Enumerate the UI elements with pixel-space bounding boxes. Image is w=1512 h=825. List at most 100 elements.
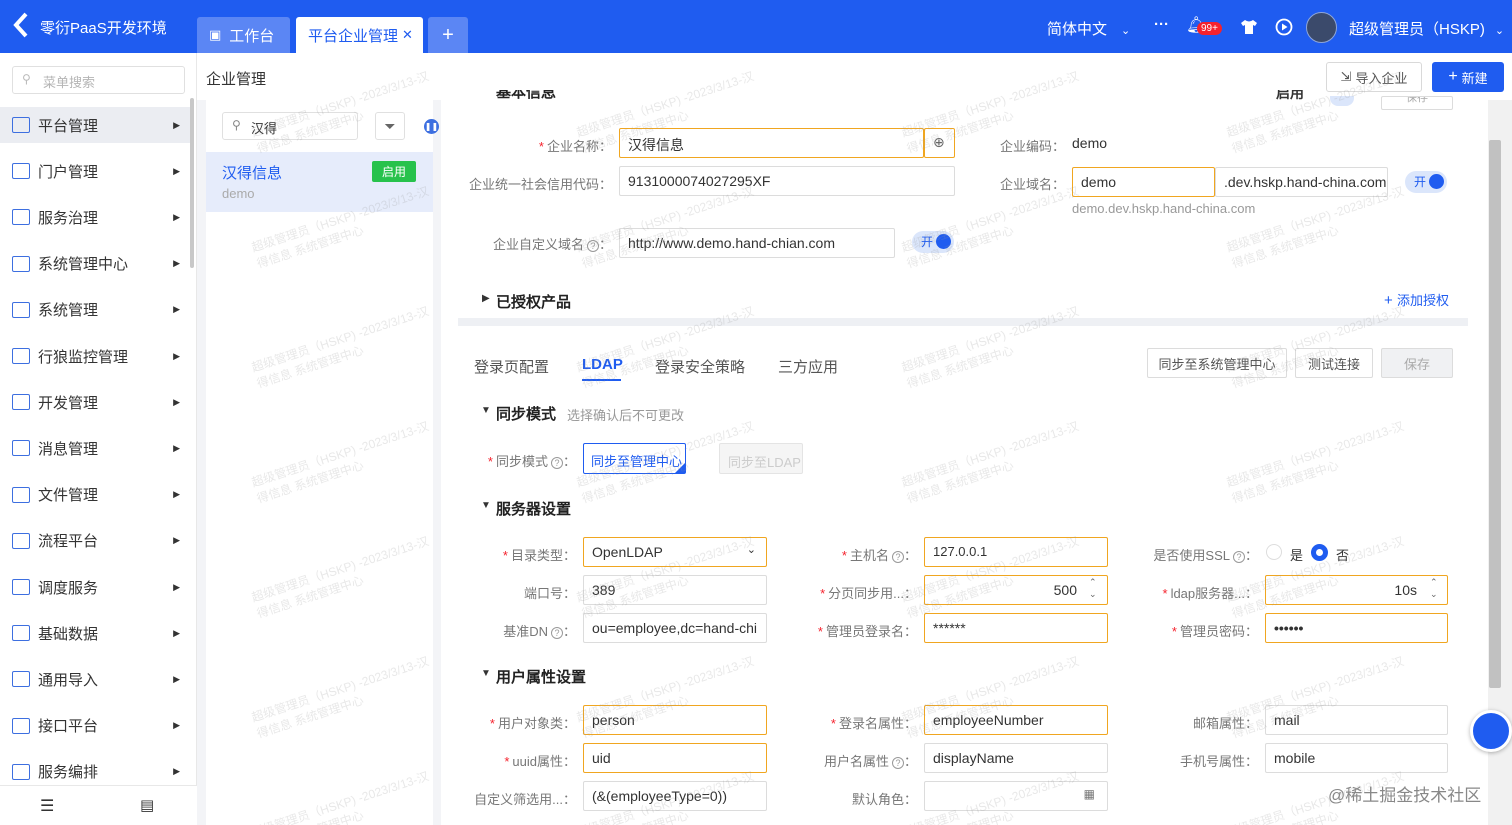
stepper-icon[interactable]: ⌃ ⌄	[1430, 576, 1438, 600]
sidebar-item-label: 行狼监控管理	[38, 348, 129, 366]
sidebar-item-label: 平台管理	[38, 117, 99, 135]
sidebar-item-label: 门户管理	[38, 163, 99, 181]
enterprise-name-input[interactable]: 汉得信息	[619, 128, 924, 158]
tab-login-security[interactable]: 登录安全策略	[655, 356, 745, 377]
sidebar-item-portal[interactable]: 门户管理 ▶	[0, 153, 190, 189]
sidebar-item-scheduler[interactable]: 调度服务 ▶	[0, 569, 190, 605]
domain-input[interactable]: demo	[1072, 167, 1215, 197]
credit-code-input[interactable]: 9131000074027295XF	[619, 166, 955, 196]
plus-icon: +	[1384, 292, 1397, 309]
add-tab-button[interactable]: +	[428, 17, 468, 53]
host-input[interactable]: 127.0.0.1	[924, 537, 1108, 567]
test-connection-button[interactable]: 测试连接	[1295, 348, 1373, 378]
custom-domain-input[interactable]: http://www.demo.hand-chian.com	[619, 228, 895, 258]
menu-fold-icon[interactable]: ☰	[40, 796, 54, 816]
more-icon[interactable]: ···	[1154, 16, 1169, 33]
sidebar-item-label: 调度服务	[38, 579, 99, 597]
sidebar-item-import[interactable]: 通用导入 ▶	[0, 661, 190, 697]
sidebar-item-message[interactable]: 消息管理 ▶	[0, 430, 190, 466]
base-dn-input[interactable]: ou=employee,dc=hand-chi	[583, 613, 767, 643]
tab-login-page[interactable]: 登录页配置	[474, 356, 549, 377]
admin-login-input[interactable]: ******	[924, 613, 1108, 643]
caret-down-icon[interactable]: ▼	[481, 668, 491, 679]
sidebar-item-service-gov[interactable]: 服务治理 ▶	[0, 199, 190, 235]
custom-domain-switch[interactable]: 开	[912, 231, 954, 253]
sidebar-scrollbar[interactable]	[190, 98, 194, 268]
domain-label: 企业域名：	[999, 177, 1065, 192]
sidebar-item-label: 文件管理	[38, 487, 99, 505]
sidebar-item-monitor[interactable]: 行狼监控管理 ▶	[0, 338, 190, 374]
dir-type-select[interactable]: OpenLDAP ⌄	[583, 537, 767, 567]
caret-right-icon: ▶	[173, 350, 180, 361]
avatar[interactable]	[1306, 12, 1337, 43]
save-basic-button[interactable]: 保存	[1381, 96, 1453, 110]
page-size-input[interactable]: 500	[924, 575, 1108, 605]
save-button[interactable]: 保存	[1381, 348, 1453, 378]
assistant-icon[interactable]	[1470, 710, 1512, 752]
object-class-input[interactable]: person	[583, 705, 767, 735]
username-attr-input[interactable]: displayName	[924, 743, 1108, 773]
import-enterprise-button[interactable]: ⇲ 导入企业	[1326, 62, 1422, 92]
port-input[interactable]: 389	[583, 575, 767, 605]
menu-icon	[12, 763, 30, 780]
language-select[interactable]: 简体中文 ⌄	[1047, 18, 1130, 39]
domain-hint: demo.dev.hskp.hand-china.com	[1072, 201, 1256, 216]
sidebar-item-basic-data[interactable]: 基础数据 ▶	[0, 615, 190, 651]
document-icon[interactable]: ▤	[140, 796, 154, 814]
menu-icon	[12, 625, 30, 642]
play-circle-icon[interactable]	[1275, 18, 1293, 36]
ssl-no-radio[interactable]	[1311, 544, 1328, 561]
sidebar-item-sys-center[interactable]: 系统管理中心 ▶	[0, 246, 190, 282]
caret-right-icon[interactable]: ▶	[482, 293, 490, 304]
page-header	[197, 53, 1512, 100]
new-button[interactable]: + 新建	[1432, 62, 1504, 92]
sync-to-center-button[interactable]: 同步至系统管理中心	[1147, 348, 1287, 378]
dashboard-icon: ▣	[209, 27, 222, 42]
tab-workbench[interactable]: ▣ 工作台	[197, 17, 290, 53]
plus-icon: +	[1448, 68, 1458, 85]
sidebar-item-workflow[interactable]: 流程平台 ▶	[0, 523, 190, 559]
enterprise-search-input[interactable]: 汉得	[222, 112, 358, 140]
sidebar-item-sys-mgmt[interactable]: 系统管理 ▶	[0, 292, 190, 328]
shirt-icon[interactable]	[1240, 18, 1258, 36]
login-attr-input[interactable]: employeeNumber	[924, 705, 1108, 735]
mail-attr-input[interactable]: mail	[1265, 705, 1448, 735]
ssl-yes-label: 是	[1290, 548, 1304, 563]
tab-third-party[interactable]: 三方应用	[778, 356, 838, 377]
uuid-attr-input[interactable]: uid	[583, 743, 767, 773]
caret-down-icon[interactable]: ▼	[481, 500, 491, 511]
tab-ldap[interactable]: LDAP	[582, 356, 623, 373]
collapse-icon[interactable]: ❚❚	[424, 119, 439, 134]
sync-mode-title: 同步模式	[496, 406, 557, 423]
ldap-timeout-input[interactable]: 10s	[1265, 575, 1448, 605]
credit-code-label: 企业统一社会信用代码：	[468, 177, 612, 192]
caret-down-icon[interactable]: ▼	[481, 405, 491, 416]
import-icon: ⇲	[1340, 69, 1352, 84]
custom-filter-input[interactable]: (&(employeeType=0))	[583, 781, 767, 811]
default-role-input[interactable]: ▦	[924, 781, 1108, 811]
sync-option-center[interactable]: 同步至管理中心	[583, 443, 686, 474]
help-icon: ?	[1232, 551, 1245, 563]
close-icon[interactable]: ✕	[402, 27, 413, 43]
add-authorization-link[interactable]: + 添加授权	[1384, 290, 1449, 309]
sync-option-ldap[interactable]: 同步至LDAP	[719, 443, 803, 474]
enable-switch[interactable]	[1330, 96, 1354, 106]
sidebar-item-api[interactable]: 接口平台 ▶	[0, 708, 190, 744]
caret-right-icon: ▶	[173, 165, 180, 176]
authorized-products-title[interactable]: 已授权产品	[496, 291, 571, 312]
status-badge: 启用	[372, 161, 416, 182]
user-menu[interactable]: 超级管理员（HSKP) ⌄	[1349, 18, 1504, 39]
ssl-yes-radio[interactable]	[1266, 544, 1282, 560]
tab-platform-enterprise[interactable]: 平台企业管理 ✕	[296, 17, 423, 53]
domain-switch[interactable]: 开	[1405, 171, 1447, 193]
sidebar-item-file[interactable]: 文件管理 ▶	[0, 477, 190, 513]
globe-icon[interactable]: ⊕	[924, 128, 955, 158]
phone-attr-input[interactable]: mobile	[1265, 743, 1448, 773]
sidebar-item-platform[interactable]: 平台管理 ▶	[0, 107, 190, 143]
menu-search-input[interactable]: 菜单搜索	[12, 66, 185, 94]
sidebar-item-dev[interactable]: 开发管理 ▶	[0, 384, 190, 420]
filter-icon[interactable]: ⏷	[375, 112, 405, 140]
stepper-icon[interactable]: ⌃ ⌄	[1089, 576, 1097, 600]
admin-password-input[interactable]: ••••••	[1265, 613, 1448, 643]
scrollbar-thumb[interactable]	[1489, 140, 1501, 688]
